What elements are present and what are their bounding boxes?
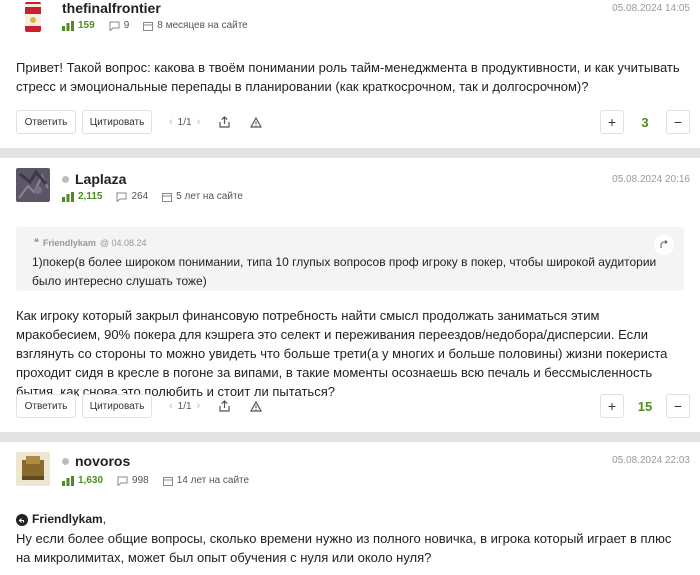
comment-text: Как игроку который закрыл финансовую пот… — [16, 308, 668, 399]
comments-count: 998 — [132, 475, 149, 486]
post-date: 05.08.2024 20:16 — [612, 174, 690, 185]
author-row: thefinalfrontier — [62, 0, 161, 16]
comment-text: Привет! Такой вопрос: какова в твоём пон… — [16, 60, 680, 94]
calendar-icon — [162, 476, 173, 486]
on-site-stat: 14 лет на сайте — [162, 475, 250, 486]
warning-triangle-icon[interactable] — [243, 394, 269, 418]
quote-meta: ❝ Friendlykam @ 04.08.24 — [34, 237, 147, 248]
warning-triangle-icon[interactable] — [243, 110, 269, 134]
reply-button[interactable]: Ответить — [16, 394, 76, 418]
quote-button[interactable]: Цитировать — [82, 394, 152, 418]
vote-controls: + 15 − — [600, 394, 690, 418]
comments-stat: 9 — [109, 20, 130, 31]
on-site-stat: 5 лет на сайте — [162, 191, 243, 202]
chevron-left-icon[interactable]: ‹ — [164, 400, 178, 412]
status-dot — [62, 175, 69, 183]
avatar[interactable] — [16, 452, 50, 486]
rating-stat: 159 — [62, 20, 95, 31]
comment-bubble-icon — [117, 476, 128, 486]
vote-controls: + 3 − — [600, 110, 690, 134]
status-dot — [62, 457, 69, 465]
rating-stat: 2,115 — [62, 191, 102, 202]
comments-stat: 998 — [117, 475, 149, 486]
comment-post: Laplaza 2,115 264 5 лет на сайте 05.08.2… — [0, 158, 700, 432]
comment-bubble-icon — [116, 192, 127, 202]
pager-value: 1/1 — [177, 116, 192, 128]
jump-arrow-icon[interactable] — [654, 235, 674, 255]
comment-actions: Ответить Цитировать ‹ 1/1 › + 3 − — [16, 110, 690, 134]
comment-post: thefinalfrontier 159 9 8 месяцев на сайт… — [0, 0, 700, 148]
quote-block: ❝ Friendlykam @ 04.08.24 1)покер(в более… — [16, 227, 684, 291]
comments-stat: 264 — [116, 191, 148, 202]
vote-count: 3 — [641, 114, 649, 130]
rating-stat: 1,630 — [62, 475, 103, 486]
comment-bubble-icon — [109, 21, 120, 31]
rating-value: 1,630 — [78, 475, 104, 486]
on-site-duration: 14 лет на сайте — [176, 475, 250, 486]
pager-value: 1/1 — [177, 400, 192, 412]
avatar[interactable] — [16, 0, 50, 34]
comment-header: novoros 1,630 998 14 лет на сайте 05.08.… — [0, 442, 700, 488]
calendar-icon — [162, 192, 173, 202]
author-stats: 1,630 998 14 лет на сайте — [62, 475, 263, 486]
pager: ‹ 1/1 › — [164, 400, 205, 412]
reply-button[interactable]: Ответить — [16, 110, 76, 134]
comment-body: Friendlykam, Ну если более общие вопросы… — [16, 510, 684, 567]
comment-header: thefinalfrontier 159 9 8 месяцев на сайт… — [0, 0, 700, 46]
author-name[interactable]: novoros — [75, 453, 130, 469]
comment-post: novoros 1,630 998 14 лет на сайте 05.08.… — [0, 442, 700, 575]
mention-name[interactable]: Friendlykam — [32, 510, 103, 529]
chevron-right-icon[interactable]: › — [192, 400, 206, 412]
on-site-duration: 5 лет на сайте — [176, 191, 243, 202]
share-icon[interactable] — [211, 110, 237, 134]
comment-text: Ну если более общие вопросы, сколько вре… — [16, 531, 672, 565]
vote-count: 15 — [637, 398, 653, 414]
rating-value: 159 — [78, 20, 95, 31]
author-name[interactable]: Laplaza — [75, 171, 126, 187]
upvote-button[interactable]: + — [600, 110, 624, 134]
author-stats: 159 9 8 месяцев на сайте — [62, 20, 262, 31]
quote-mark-icon: ❝ — [34, 237, 39, 247]
upvote-button[interactable]: + — [600, 394, 624, 418]
quote-date: @ 04.08.24 — [99, 237, 147, 248]
quote-button[interactable]: Цитировать — [82, 110, 152, 134]
rating-bars-icon — [62, 475, 74, 486]
author-row: Laplaza — [62, 171, 126, 187]
calendar-icon — [143, 21, 154, 31]
rating-bars-icon — [62, 191, 74, 202]
downvote-button[interactable]: − — [666, 110, 690, 134]
comment-actions: Ответить Цитировать ‹ 1/1 › + 15 − — [16, 394, 690, 418]
mention[interactable]: Friendlykam, — [16, 510, 684, 529]
reply-arrow-icon — [16, 513, 28, 526]
downvote-button[interactable]: − — [666, 394, 690, 418]
share-icon[interactable] — [211, 394, 237, 418]
mention-comma: , — [102, 512, 107, 526]
chevron-left-icon[interactable]: ‹ — [164, 116, 178, 128]
post-separator — [0, 148, 700, 158]
on-site-duration: 8 месяцев на сайте — [157, 20, 248, 31]
post-date: 05.08.2024 22:03 — [612, 455, 690, 466]
author-row: novoros — [62, 453, 130, 469]
comments-count: 264 — [131, 191, 149, 202]
chevron-right-icon[interactable]: › — [192, 116, 206, 128]
comments-count: 9 — [123, 20, 130, 31]
post-separator — [0, 432, 700, 442]
author-name[interactable]: thefinalfrontier — [62, 0, 161, 16]
on-site-stat: 8 месяцев на сайте — [143, 20, 248, 31]
pager: ‹ 1/1 › — [164, 116, 205, 128]
quote-author[interactable]: Friendlykam — [43, 238, 96, 248]
quote-text: 1)покер(в более широком понимании, типа … — [32, 255, 657, 288]
avatar[interactable] — [16, 168, 50, 202]
comment-header: Laplaza 2,115 264 5 лет на сайте 05.08.2… — [0, 158, 700, 204]
author-stats: 2,115 264 5 лет на сайте — [62, 191, 257, 202]
post-date: 05.08.2024 14:05 — [612, 3, 690, 14]
rating-value: 2,115 — [78, 191, 103, 202]
rating-bars-icon — [62, 20, 74, 31]
